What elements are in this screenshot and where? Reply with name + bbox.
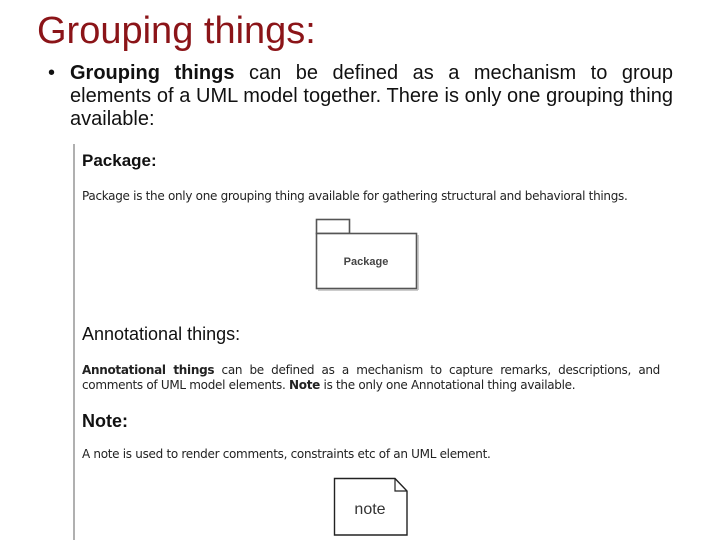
- bullet-bold-lead: Grouping things: [70, 62, 235, 84]
- bullet-text: Grouping things can be defined as a mech…: [70, 62, 673, 131]
- bullet-dot-icon: •: [48, 62, 56, 84]
- package-diagram-label: Package: [344, 256, 389, 268]
- annotational-text-2: is the only one Annotational thing avail…: [320, 378, 576, 392]
- note-diagram-label: note: [354, 501, 385, 518]
- package-tab: [315, 218, 351, 235]
- annotational-bold-note: Note: [289, 378, 321, 392]
- note-diagram-icon: note: [333, 477, 408, 536]
- embedded-screenshot: Package: Package is the only one groupin…: [73, 144, 675, 540]
- package-diagram-icon: Package: [315, 218, 419, 291]
- annotational-bold-lead: Annotational things: [82, 363, 215, 377]
- bullet-item: • Grouping things can be defined as a me…: [48, 62, 673, 131]
- note-heading: Note:: [82, 411, 128, 431]
- package-heading: Package:: [82, 151, 157, 170]
- note-description: A note is used to render comments, const…: [82, 447, 491, 461]
- annotational-description: Annotational things can be defined as a …: [82, 363, 660, 393]
- package-description: Package is the only one grouping thing a…: [82, 189, 628, 203]
- slide-title: Grouping things:: [37, 10, 316, 52]
- annotational-heading: Annotational things:: [82, 324, 241, 344]
